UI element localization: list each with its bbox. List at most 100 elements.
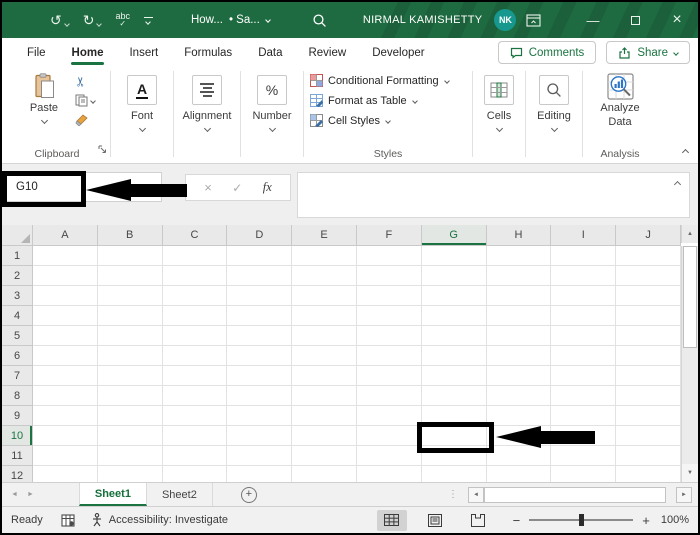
cell-D2[interactable] <box>227 266 293 286</box>
sheet-nav-left-icon[interactable]: ◄ <box>2 491 27 498</box>
cell-F9[interactable] <box>356 406 422 426</box>
tab-review[interactable]: Review <box>295 38 359 67</box>
cell-C1[interactable] <box>162 246 228 266</box>
row-header-4[interactable]: 4 <box>2 306 33 326</box>
cell-C5[interactable] <box>162 326 228 346</box>
customize-qat-button[interactable] <box>143 16 153 25</box>
cell-A7[interactable] <box>33 366 98 386</box>
row-header-9[interactable]: 9 <box>2 406 33 426</box>
cell-D5[interactable] <box>227 326 293 346</box>
cell-C8[interactable] <box>162 386 228 406</box>
row-header-3[interactable]: 3 <box>2 286 33 306</box>
cell-C2[interactable] <box>162 266 228 286</box>
cell-C11[interactable] <box>162 446 228 466</box>
row-header-6[interactable]: 6 <box>2 346 33 366</box>
row-header-11[interactable]: 11 <box>2 446 33 466</box>
cell-J2[interactable] <box>616 266 681 286</box>
formula-input[interactable] <box>297 172 690 218</box>
cell-E8[interactable] <box>292 386 357 406</box>
column-header-B[interactable]: B <box>97 225 163 246</box>
column-header-F[interactable]: F <box>356 225 422 246</box>
cell-H1[interactable] <box>486 246 552 266</box>
cell-D10[interactable] <box>227 426 293 446</box>
zoom-level[interactable]: 100% <box>661 514 689 526</box>
page-layout-view-button[interactable] <box>420 510 450 531</box>
cell-B10[interactable] <box>97 426 163 446</box>
cell-E5[interactable] <box>292 326 357 346</box>
cell-E9[interactable] <box>292 406 357 426</box>
avatar[interactable]: NK <box>494 9 517 31</box>
cell-I8[interactable] <box>551 386 617 406</box>
cell-A10[interactable] <box>33 426 98 446</box>
cell-A9[interactable] <box>33 406 98 426</box>
cell-G2[interactable] <box>421 266 487 286</box>
cells-group[interactable]: Cells <box>473 67 525 163</box>
clipboard-dialog-launcher-icon[interactable] <box>98 141 107 159</box>
cell-I3[interactable] <box>551 286 617 306</box>
cell-D6[interactable] <box>227 346 293 366</box>
normal-view-button[interactable] <box>376 509 407 531</box>
cell-J7[interactable] <box>616 366 681 386</box>
cell-A2[interactable] <box>33 266 98 286</box>
tab-insert[interactable]: Insert <box>116 38 171 67</box>
font-group[interactable]: A Font <box>111 67 173 163</box>
cell-B2[interactable] <box>97 266 163 286</box>
cell-H9[interactable] <box>486 406 552 426</box>
cut-icon[interactable]: ✂ <box>73 76 88 87</box>
tab-data[interactable]: Data <box>245 38 295 67</box>
insert-function-icon[interactable]: fx <box>263 180 272 195</box>
cell-E6[interactable] <box>292 346 357 366</box>
cell-F5[interactable] <box>356 326 422 346</box>
cell-F11[interactable] <box>356 446 422 466</box>
cell-G1[interactable] <box>421 246 487 266</box>
cell-A5[interactable] <box>33 326 98 346</box>
conditional-formatting-button[interactable]: Conditional Formatting <box>310 74 450 87</box>
cell-A6[interactable] <box>33 346 98 366</box>
format-as-table-button[interactable]: Format as Table <box>310 94 418 107</box>
format-painter-icon[interactable] <box>75 113 89 131</box>
row-header-10[interactable]: 10 <box>2 426 33 446</box>
cell-D4[interactable] <box>227 306 293 326</box>
tab-file[interactable]: File <box>14 38 59 67</box>
cell-E3[interactable] <box>292 286 357 306</box>
cell-F7[interactable] <box>356 366 422 386</box>
cell-G8[interactable] <box>421 386 487 406</box>
cell-D12[interactable] <box>227 466 293 482</box>
alignment-icon[interactable] <box>192 75 222 105</box>
cells-icon[interactable] <box>484 75 514 105</box>
cell-C4[interactable] <box>162 306 228 326</box>
cell-B7[interactable] <box>97 366 163 386</box>
row-header-2[interactable]: 2 <box>2 266 33 286</box>
new-sheet-button[interactable]: + <box>240 486 257 503</box>
cell-J12[interactable] <box>616 466 681 482</box>
font-icon[interactable]: A <box>127 75 157 105</box>
tab-home[interactable]: Home <box>59 38 117 67</box>
cell-A3[interactable] <box>33 286 98 306</box>
cell-I7[interactable] <box>551 366 617 386</box>
row-header-5[interactable]: 5 <box>2 326 33 346</box>
cell-J11[interactable] <box>616 446 681 466</box>
hscroll-left-icon[interactable]: ◄ <box>468 486 484 503</box>
sheet-nav-right-icon[interactable]: ► <box>27 491 43 498</box>
cell-G4[interactable] <box>421 306 487 326</box>
cell-H7[interactable] <box>486 366 552 386</box>
editing-group[interactable]: Editing <box>526 67 582 163</box>
cell-A4[interactable] <box>33 306 98 326</box>
cell-B3[interactable] <box>97 286 163 306</box>
cell-A12[interactable] <box>33 466 98 482</box>
cell-A11[interactable] <box>33 446 98 466</box>
cell-J8[interactable] <box>616 386 681 406</box>
cell-J6[interactable] <box>616 346 681 366</box>
cell-C10[interactable] <box>162 426 228 446</box>
macro-record-icon[interactable] <box>61 513 75 527</box>
cell-B8[interactable] <box>97 386 163 406</box>
cell-D7[interactable] <box>227 366 293 386</box>
column-header-A[interactable]: A <box>33 225 98 246</box>
column-header-C[interactable]: C <box>162 225 228 246</box>
cell-H3[interactable] <box>486 286 552 306</box>
paste-button[interactable]: Paste <box>19 73 69 131</box>
cell-B9[interactable] <box>97 406 163 426</box>
cell-F3[interactable] <box>356 286 422 306</box>
row-header-8[interactable]: 8 <box>2 386 33 406</box>
cell-B4[interactable] <box>97 306 163 326</box>
